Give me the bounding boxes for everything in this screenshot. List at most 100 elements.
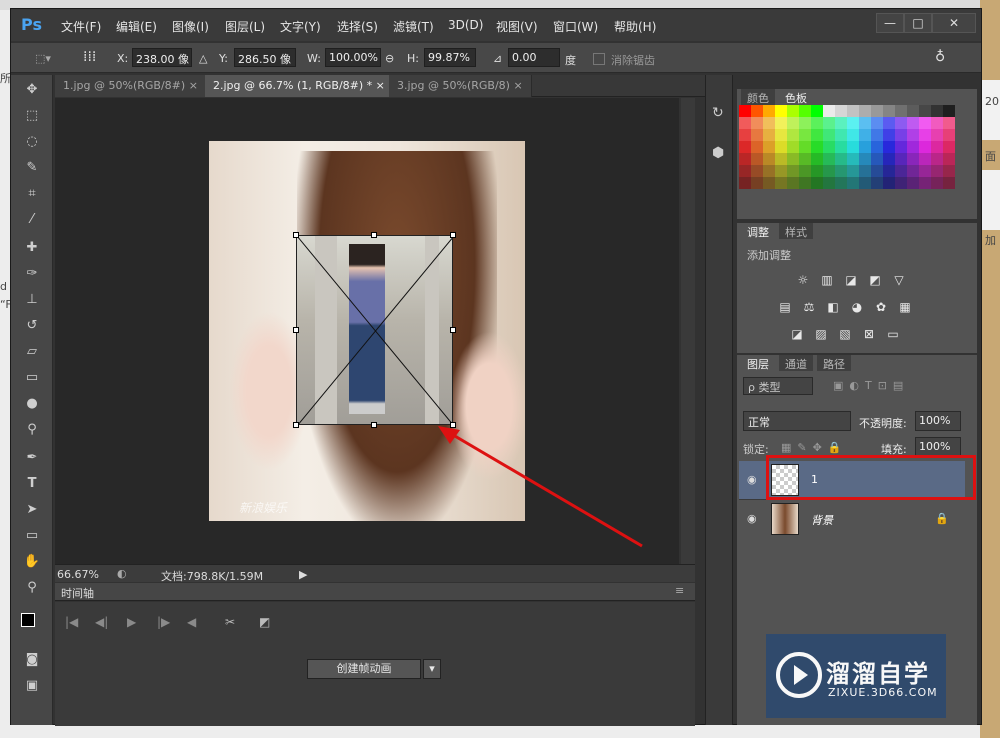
swatch[interactable]: [895, 153, 907, 165]
menu-file[interactable]: 文件(F): [61, 18, 101, 35]
swatch[interactable]: [847, 105, 859, 117]
swatch[interactable]: [919, 141, 931, 153]
selective-color-icon[interactable]: ⊠: [861, 327, 877, 341]
swatch[interactable]: [907, 141, 919, 153]
swatch[interactable]: [823, 177, 835, 189]
swatch[interactable]: [823, 141, 835, 153]
warp-icon[interactable]: ♁: [935, 49, 945, 65]
zoom-level[interactable]: 66.67%: [57, 568, 99, 581]
vertical-scrollbar[interactable]: [681, 98, 695, 564]
swatch[interactable]: [871, 141, 883, 153]
swatch[interactable]: [943, 105, 955, 117]
swatch[interactable]: [763, 105, 775, 117]
swatch[interactable]: [811, 129, 823, 141]
swatch[interactable]: [787, 141, 799, 153]
link-icon[interactable]: ⊖: [385, 52, 394, 65]
close-button[interactable]: ✕: [932, 13, 976, 33]
swatch[interactable]: [763, 177, 775, 189]
posterize-icon[interactable]: ▨: [813, 327, 829, 341]
swatch[interactable]: [847, 177, 859, 189]
swatch[interactable]: [739, 129, 751, 141]
transform-handle[interactable]: [293, 232, 299, 238]
swatch[interactable]: [763, 117, 775, 129]
quick-mask-icon[interactable]: ◙: [21, 649, 43, 671]
swatch[interactable]: [775, 165, 787, 177]
swatch[interactable]: [799, 177, 811, 189]
tab-2jpg[interactable]: 2.jpg @ 66.7% (1, RGB/8#) * ×: [205, 75, 394, 97]
swatch[interactable]: [943, 165, 955, 177]
swatch[interactable]: [907, 165, 919, 177]
swatch[interactable]: [775, 177, 787, 189]
marquee-tool-icon[interactable]: ⬚: [21, 105, 43, 127]
swatch[interactable]: [943, 117, 955, 129]
swatch[interactable]: [787, 105, 799, 117]
eraser-tool-icon[interactable]: ▱: [21, 341, 43, 363]
swatch[interactable]: [931, 117, 943, 129]
status-icon[interactable]: ◐: [117, 567, 127, 580]
layer-name[interactable]: 背景: [811, 512, 833, 528]
swatch[interactable]: [811, 117, 823, 129]
swatch[interactable]: [931, 105, 943, 117]
blend-mode-select[interactable]: 正常: [743, 411, 851, 431]
layer-row-1[interactable]: ◉ 1: [739, 461, 965, 499]
swatch[interactable]: [799, 165, 811, 177]
antialias-checkbox[interactable]: [593, 53, 605, 65]
swatch[interactable]: [859, 129, 871, 141]
quick-select-tool-icon[interactable]: ✎: [21, 157, 43, 179]
swatch[interactable]: [823, 129, 835, 141]
swatch[interactable]: [835, 165, 847, 177]
swatch[interactable]: [835, 141, 847, 153]
foreground-color[interactable]: [21, 613, 35, 627]
swatch[interactable]: [883, 177, 895, 189]
swatch[interactable]: [835, 105, 847, 117]
timeline-tab[interactable]: 时间轴: [61, 585, 94, 601]
swatch[interactable]: [883, 165, 895, 177]
swatch[interactable]: [751, 141, 763, 153]
invert-icon[interactable]: ◪: [789, 327, 805, 341]
swatch[interactable]: [775, 153, 787, 165]
levels-icon[interactable]: ▥: [819, 273, 835, 287]
swatch[interactable]: [847, 153, 859, 165]
swatch[interactable]: [931, 165, 943, 177]
swatch[interactable]: [847, 165, 859, 177]
swatch[interactable]: [739, 105, 751, 117]
swatch[interactable]: [883, 141, 895, 153]
swatch[interactable]: [883, 129, 895, 141]
audio-icon[interactable]: ◀: [187, 615, 196, 629]
menu-layer[interactable]: 图层(L): [225, 18, 265, 35]
status-menu-arrow[interactable]: ▶: [299, 568, 307, 581]
balance-icon[interactable]: ⚖: [801, 300, 817, 314]
swatch[interactable]: [859, 105, 871, 117]
visibility-eye-icon[interactable]: ◉: [747, 473, 757, 486]
tab-swatches[interactable]: 色板: [779, 89, 813, 105]
swatch[interactable]: [799, 105, 811, 117]
gradient-map-icon[interactable]: ▭: [885, 327, 901, 341]
swatch[interactable]: [811, 153, 823, 165]
swatch[interactable]: [763, 141, 775, 153]
swatch[interactable]: [883, 117, 895, 129]
swatch[interactable]: [871, 165, 883, 177]
history-icon[interactable]: ↻: [712, 105, 724, 121]
exposure-icon[interactable]: ◩: [867, 273, 883, 287]
prev-frame-icon[interactable]: ◀|: [95, 615, 108, 629]
swatch[interactable]: [931, 129, 943, 141]
swatch[interactable]: [931, 141, 943, 153]
swatch[interactable]: [883, 153, 895, 165]
swatch[interactable]: [835, 153, 847, 165]
close-icon[interactable]: ×: [189, 79, 198, 92]
swatch[interactable]: [919, 177, 931, 189]
swatch[interactable]: [895, 129, 907, 141]
next-frame-icon[interactable]: |▶: [157, 615, 170, 629]
swatch[interactable]: [799, 141, 811, 153]
transition-icon[interactable]: ◩: [259, 615, 270, 629]
reference-point-icon[interactable]: ⁞⁞⁞: [83, 49, 96, 65]
swatch[interactable]: [799, 129, 811, 141]
swatch[interactable]: [895, 177, 907, 189]
menu-image[interactable]: 图像(I): [172, 18, 209, 35]
lasso-tool-icon[interactable]: ◌: [21, 131, 43, 153]
placed-layer-image[interactable]: [296, 235, 453, 425]
play-icon[interactable]: ▶: [127, 615, 136, 629]
swatch[interactable]: [787, 153, 799, 165]
swatch[interactable]: [835, 177, 847, 189]
eyedropper-tool-icon[interactable]: ⁄: [21, 209, 43, 231]
